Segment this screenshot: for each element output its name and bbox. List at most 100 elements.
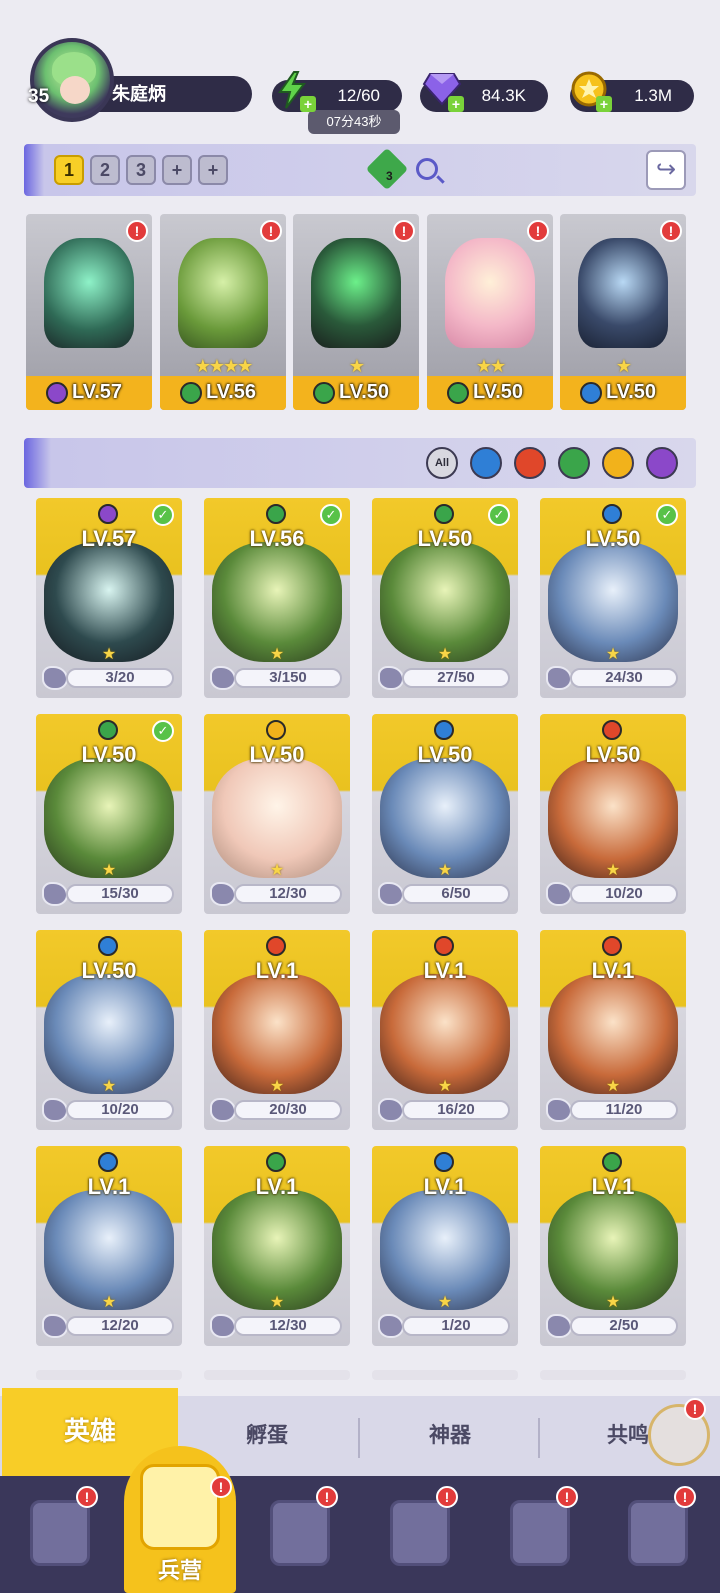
leaf-element-icon	[313, 382, 335, 404]
nav-barracks[interactable]: 兵营 !	[124, 1446, 236, 1593]
hero-stars: ★★★★	[194, 356, 254, 376]
shard-progress: 12/30	[234, 1316, 342, 1336]
hero-card[interactable]: LV.50 ★ 12/30	[204, 714, 350, 914]
leaf-element-icon	[434, 504, 454, 524]
check-icon: ✓	[320, 504, 342, 526]
player-avatar[interactable]	[30, 38, 114, 122]
alert-icon: !	[660, 220, 682, 242]
player-name: 朱庭炳	[92, 76, 252, 112]
team-slot[interactable]: ★ LV.50 !	[293, 214, 419, 410]
nav-castle[interactable]: !	[382, 1486, 458, 1574]
filter-all-button[interactable]: All	[426, 447, 458, 479]
coin-icon[interactable]: +	[570, 70, 612, 112]
leaf-element-icon	[180, 382, 202, 404]
nav-cards[interactable]: !	[22, 1486, 98, 1574]
hero-card[interactable]: LV.50 ★ 10/20	[36, 930, 182, 1130]
alert-icon: !	[436, 1486, 458, 1508]
hero-card[interactable]: ✓ LV.56 ★ 3/150	[204, 498, 350, 698]
shard-icon	[546, 1314, 572, 1338]
alert-icon: !	[210, 1476, 232, 1498]
hero-stars: ★	[348, 356, 365, 376]
hero-card[interactable]: LV.1 ★ 12/30	[204, 1146, 350, 1346]
fire-filter-icon[interactable]	[514, 447, 546, 479]
star-icon: ★	[269, 1294, 285, 1311]
tab-artifacts[interactable]: 神器	[362, 1396, 538, 1476]
fire-element-icon	[602, 936, 622, 956]
hero-card[interactable]: LV.1 ★ 11/20	[540, 930, 686, 1130]
share-button[interactable]: ↪	[646, 150, 686, 190]
hero-level: LV.50	[585, 742, 641, 767]
team-slot[interactable]: ★★★★ LV.56 !	[160, 214, 286, 410]
water-element-icon	[98, 936, 118, 956]
water-element-icon	[434, 1152, 454, 1172]
hero-stars: ★★	[475, 356, 506, 376]
star-icon: ★	[605, 646, 621, 663]
hero-card[interactable]: ✓ LV.57 ★ 3/20	[36, 498, 182, 698]
shard-icon	[42, 1098, 68, 1122]
star-icon: ★	[437, 1078, 453, 1095]
hero-card[interactable]: LV.1 ★ 2/50	[540, 1146, 686, 1346]
leaf-filter-icon[interactable]	[558, 447, 590, 479]
hero-level: LV.57	[72, 381, 123, 403]
nav-barracks-label: 兵营	[157, 1558, 202, 1583]
hero-card[interactable]: LV.50 ★ 6/50	[372, 714, 518, 914]
dark-element-icon	[98, 504, 118, 524]
shard-progress: 12/20	[66, 1316, 174, 1336]
hero-level: LV.50	[81, 958, 137, 983]
nav-map[interactable]: !	[262, 1486, 338, 1574]
star-icon: ★	[269, 862, 285, 879]
hero-card[interactable]: LV.1 ★ 1/20	[372, 1146, 518, 1346]
stamina-icon[interactable]: +	[274, 70, 316, 112]
hero-stars: ★	[615, 356, 632, 376]
shard-progress: 11/20	[570, 1100, 678, 1120]
shard-progress: 27/50	[402, 668, 510, 688]
star-icon: ★	[101, 646, 117, 663]
team-tab-add-2[interactable]: +	[198, 155, 228, 185]
shard-progress: 3/20	[66, 668, 174, 688]
team-bar: 1 2 3 + + 3 ↪	[24, 144, 696, 196]
team-slot[interactable]: LV.57 !	[26, 214, 152, 410]
star-icon: ★	[269, 646, 285, 663]
light-filter-icon[interactable]	[602, 447, 634, 479]
add-stamina-icon[interactable]: +	[300, 96, 316, 112]
barracks-icon	[140, 1464, 220, 1550]
hero-portrait	[311, 238, 401, 348]
search-icon[interactable]	[416, 158, 438, 180]
hero-card[interactable]: ✓ LV.50 ★ 24/30	[540, 498, 686, 698]
hero-level: LV.50	[585, 526, 641, 551]
hero-card[interactable]: ✓ LV.50 ★ 27/50	[372, 498, 518, 698]
water-filter-icon[interactable]	[470, 447, 502, 479]
hero-level: LV.56	[249, 526, 305, 551]
add-gem-icon[interactable]: +	[448, 96, 464, 112]
team-tab-1[interactable]: 1	[54, 155, 84, 185]
hero-level: LV.1	[591, 1174, 635, 1199]
check-icon: ✓	[152, 504, 174, 526]
hero-level: LV.50	[606, 381, 657, 403]
team-tab-3[interactable]: 3	[126, 155, 156, 185]
hero-card[interactable]: LV.1 ★ 16/20	[372, 930, 518, 1130]
alert-icon: !	[393, 220, 415, 242]
alert-icon: !	[260, 220, 282, 242]
hero-card[interactable]: LV.50 ★ 10/20	[540, 714, 686, 914]
dark-element-icon	[46, 382, 68, 404]
dark-filter-icon[interactable]	[646, 447, 678, 479]
nav-banner[interactable]: !	[620, 1486, 696, 1574]
hero-level: LV.1	[423, 958, 467, 983]
check-icon: ✓	[488, 504, 510, 526]
add-coin-icon[interactable]: +	[596, 96, 612, 112]
shard-icon	[378, 1098, 404, 1122]
hero-card[interactable]: ✓ LV.50 ★ 15/30	[36, 714, 182, 914]
team-slot[interactable]: ★★ LV.50 !	[427, 214, 553, 410]
shard-progress: 24/30	[570, 668, 678, 688]
hero-card[interactable]: LV.1 ★ 12/20	[36, 1146, 182, 1346]
star-icon: ★	[269, 1078, 285, 1095]
check-icon: ✓	[152, 720, 174, 742]
gem-icon[interactable]: +	[422, 70, 464, 112]
card-peek	[540, 1370, 686, 1380]
nav-guild[interactable]: !	[502, 1486, 578, 1574]
team-slot[interactable]: ★ LV.50 !	[560, 214, 686, 410]
team-tab-2[interactable]: 2	[90, 155, 120, 185]
hero-card[interactable]: LV.1 ★ 20/30	[204, 930, 350, 1130]
light-element-icon	[266, 720, 286, 740]
team-tab-add-1[interactable]: +	[162, 155, 192, 185]
